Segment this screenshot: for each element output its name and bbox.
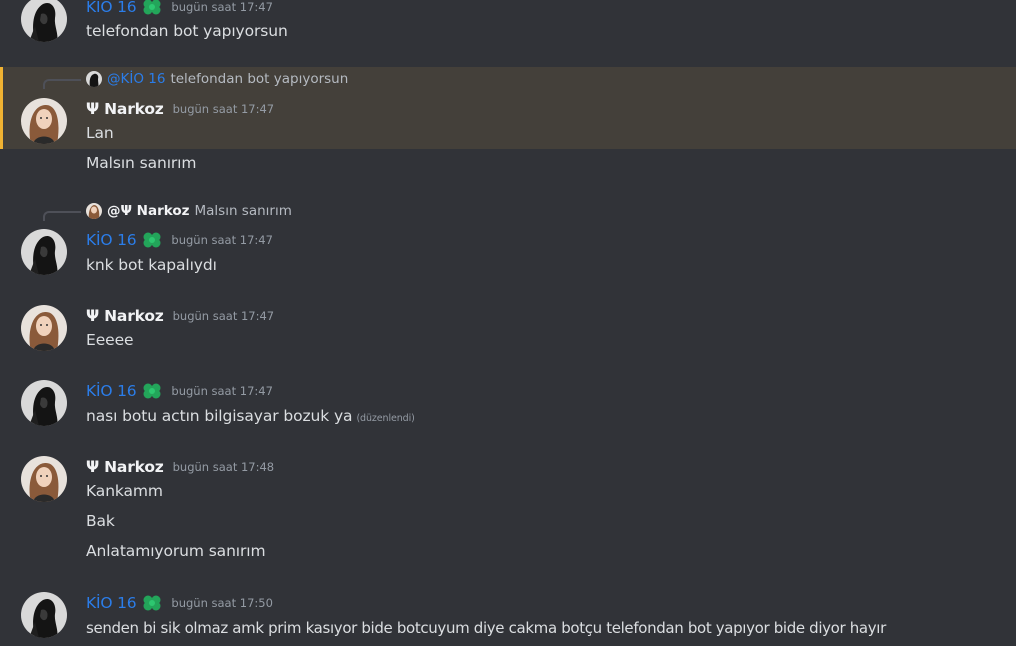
message-content: Anlatamıyorum sanırım (86, 542, 266, 560)
message-header: KİO 16 bugün saat 17:47 (86, 230, 273, 250)
avatar-kio[interactable] (21, 380, 67, 426)
message-header: KİO 16 bugün saat 17:47 (86, 381, 273, 401)
message-content: Bak (86, 512, 115, 530)
reply-text: telefondan bot yapıyorsun (170, 71, 349, 87)
reply-connector (43, 79, 81, 89)
message-content: knk bot kapalıydı (86, 256, 217, 274)
username-kio[interactable]: KİO 16 (86, 594, 137, 612)
username-kio[interactable]: KİO 16 (86, 382, 137, 400)
message-content: Kankamm (86, 482, 163, 500)
message-timestamp[interactable]: bugün saat 17:47 (173, 102, 275, 116)
message-content: telefondan bot yapıyorsun (86, 22, 288, 40)
username-narkoz[interactable]: Ψ Narkoz (86, 100, 164, 118)
message-header: KİO 16 bugün saat 17:50 (86, 593, 273, 613)
message-timestamp[interactable]: bugün saat 17:47 (171, 0, 273, 14)
message-timestamp[interactable]: bugün saat 17:48 (173, 460, 275, 474)
message-content: nası botu actın bilgisayar bozuk ya (düze… (86, 407, 415, 425)
message-content: senden bi sik olmaz amk prim kasıyor bid… (86, 619, 886, 637)
edited-indicator: (düzenlendi) (356, 413, 415, 424)
message-header: Ψ Narkoz bugün saat 17:47 (86, 99, 274, 119)
message-header: Ψ Narkoz bugün saat 17:48 (86, 457, 274, 477)
message-header: KİO 16 bugün saat 17:47 (86, 0, 273, 17)
message-timestamp[interactable]: bugün saat 17:50 (171, 596, 273, 610)
reply-avatar-narkoz (86, 203, 102, 219)
message-timestamp[interactable]: bugün saat 17:47 (173, 309, 275, 323)
username-narkoz[interactable]: Ψ Narkoz (86, 307, 164, 325)
reply-mention[interactable]: @Ψ Narkoz (107, 203, 189, 219)
message-content: Malsın sanırım (86, 154, 197, 172)
reply-preview[interactable]: @Ψ Narkoz Malsın sanırım (86, 203, 292, 219)
username-kio[interactable]: KİO 16 (86, 0, 137, 16)
avatar-kio[interactable] (21, 0, 67, 42)
username-narkoz[interactable]: Ψ Narkoz (86, 458, 164, 476)
avatar-narkoz[interactable] (21, 98, 67, 144)
clover-badge-icon (142, 382, 162, 400)
avatar-narkoz[interactable] (21, 305, 67, 351)
reply-text: Malsın sanırım (194, 203, 292, 219)
reply-connector (43, 211, 81, 221)
clover-badge-icon (142, 231, 162, 249)
message-timestamp[interactable]: bugün saat 17:47 (171, 233, 273, 247)
reply-preview[interactable]: @KİO 16 telefondan bot yapıyorsun (86, 71, 348, 87)
reply-avatar-kio (86, 71, 102, 87)
message-content: Lan (86, 124, 114, 142)
username-kio[interactable]: KİO 16 (86, 231, 137, 249)
avatar-kio[interactable] (21, 229, 67, 275)
avatar-kio[interactable] (21, 592, 67, 638)
clover-badge-icon (142, 594, 162, 612)
message-timestamp[interactable]: bugün saat 17:47 (171, 384, 273, 398)
message-header: Ψ Narkoz bugün saat 17:47 (86, 306, 274, 326)
clover-badge-icon (142, 0, 162, 16)
reply-mention[interactable]: @KİO 16 (107, 71, 165, 87)
chat-messages-area: KİO 16 bugün saat 17:47 telefondan bot y… (0, 0, 1016, 646)
message-content: Eeeee (86, 331, 134, 349)
message-text: nası botu actın bilgisayar bozuk ya (86, 407, 353, 425)
avatar-narkoz[interactable] (21, 456, 67, 502)
